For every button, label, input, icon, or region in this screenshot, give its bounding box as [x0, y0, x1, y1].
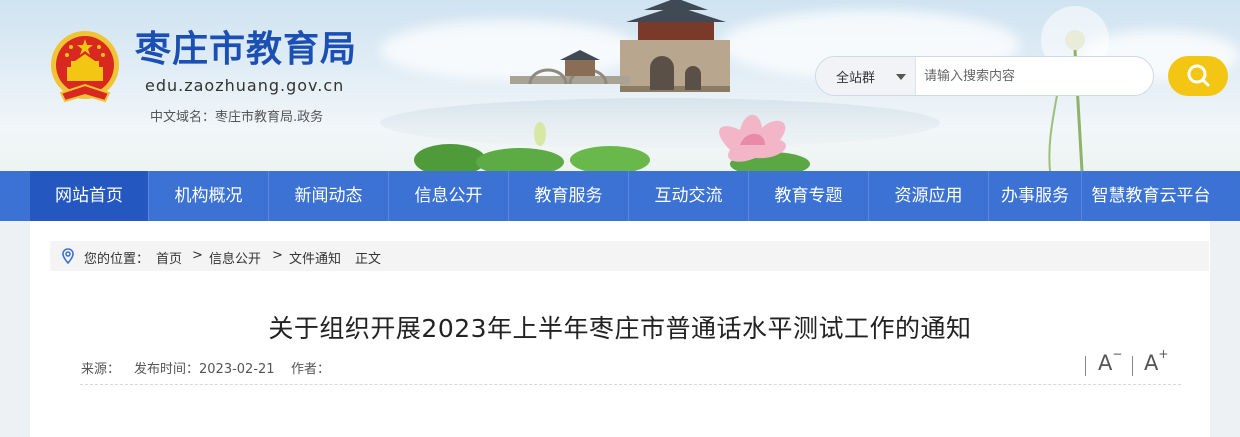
breadcrumb: 您的位置： 首页 > 信息公开 > 文件通知 正文	[50, 241, 1209, 271]
chinese-domain-name: 中文域名：枣庄市教育局.政务	[150, 110, 324, 125]
search-scope-dropdown[interactable]: 全站群	[816, 57, 916, 95]
decrease-font-letter: A	[1098, 351, 1113, 375]
article-author: 作者：	[291, 362, 331, 377]
nav-item-organization[interactable]: 机构概况	[149, 171, 268, 221]
nav-item-resources[interactable]: 资源应用	[869, 171, 988, 221]
article-source: 来源：	[81, 362, 121, 377]
nav-item-home[interactable]: 网站首页	[30, 171, 148, 221]
nav-item-news[interactable]: 新闻动态	[269, 171, 388, 221]
minus-icon: −	[1112, 347, 1123, 361]
nav-item-education-services[interactable]: 教育服务	[509, 171, 628, 221]
nav-item-smart-education[interactable]: 智慧教育云平台	[1082, 171, 1220, 221]
article-publish-date: 发布时间：2023-02-21	[134, 362, 275, 377]
content-panel: 您的位置： 首页 > 信息公开 > 文件通知 正文 关于组织开展2023年上半年…	[30, 221, 1210, 437]
breadcrumb-item-home[interactable]: 首页	[156, 248, 182, 267]
article-title: 关于组织开展2023年上半年枣庄市普通话水平测试工作的通知	[268, 314, 972, 343]
city-gate-scenery	[510, 0, 730, 92]
increase-font-letter: A	[1144, 351, 1159, 375]
nav-item-education-topics[interactable]: 教育专题	[749, 171, 868, 221]
plus-icon: +	[1158, 347, 1169, 361]
breadcrumb-separator: >	[272, 248, 283, 263]
font-size-divider	[1132, 356, 1133, 376]
breadcrumb-prefix: 您的位置：	[84, 252, 150, 267]
decrease-font-button[interactable]: A−	[1098, 347, 1122, 375]
caret-down-icon	[896, 74, 906, 80]
nav-item-interaction[interactable]: 互动交流	[629, 171, 748, 221]
site-header: 枣庄市教育局 edu.zaozhuang.gov.cn 中文域名：枣庄市教育局.…	[0, 0, 1240, 171]
search-scope-label: 全站群	[836, 71, 876, 86]
main-nav: 网站首页 机构概况 新闻动态 信息公开 教育服务 互动交流 教育专题 资源应用 …	[0, 171, 1240, 221]
meta-divider	[80, 384, 1181, 385]
site-title[interactable]: 枣庄市教育局	[135, 26, 357, 72]
increase-font-button[interactable]: A+	[1144, 347, 1168, 375]
breadcrumb-separator: >	[192, 248, 203, 263]
search-button[interactable]	[1168, 56, 1228, 96]
breadcrumb-item-current: 正文	[355, 252, 382, 267]
breadcrumb-item-notices[interactable]: 文件通知	[289, 248, 341, 267]
national-emblem-icon	[51, 31, 119, 103]
location-pin-icon	[62, 248, 74, 264]
lotus-scenery	[414, 114, 810, 171]
font-size-divider	[1085, 356, 1086, 376]
breadcrumb-item-info-disclosure[interactable]: 信息公开	[209, 248, 261, 267]
nav-item-info-disclosure[interactable]: 信息公开	[389, 171, 508, 221]
search-input[interactable]	[924, 57, 1149, 95]
search-bar: 全站群	[815, 56, 1154, 96]
site-domain: edu.zaozhuang.gov.cn	[145, 76, 345, 95]
nav-item-online-services[interactable]: 办事服务	[989, 171, 1081, 221]
search-icon	[1187, 64, 1210, 87]
